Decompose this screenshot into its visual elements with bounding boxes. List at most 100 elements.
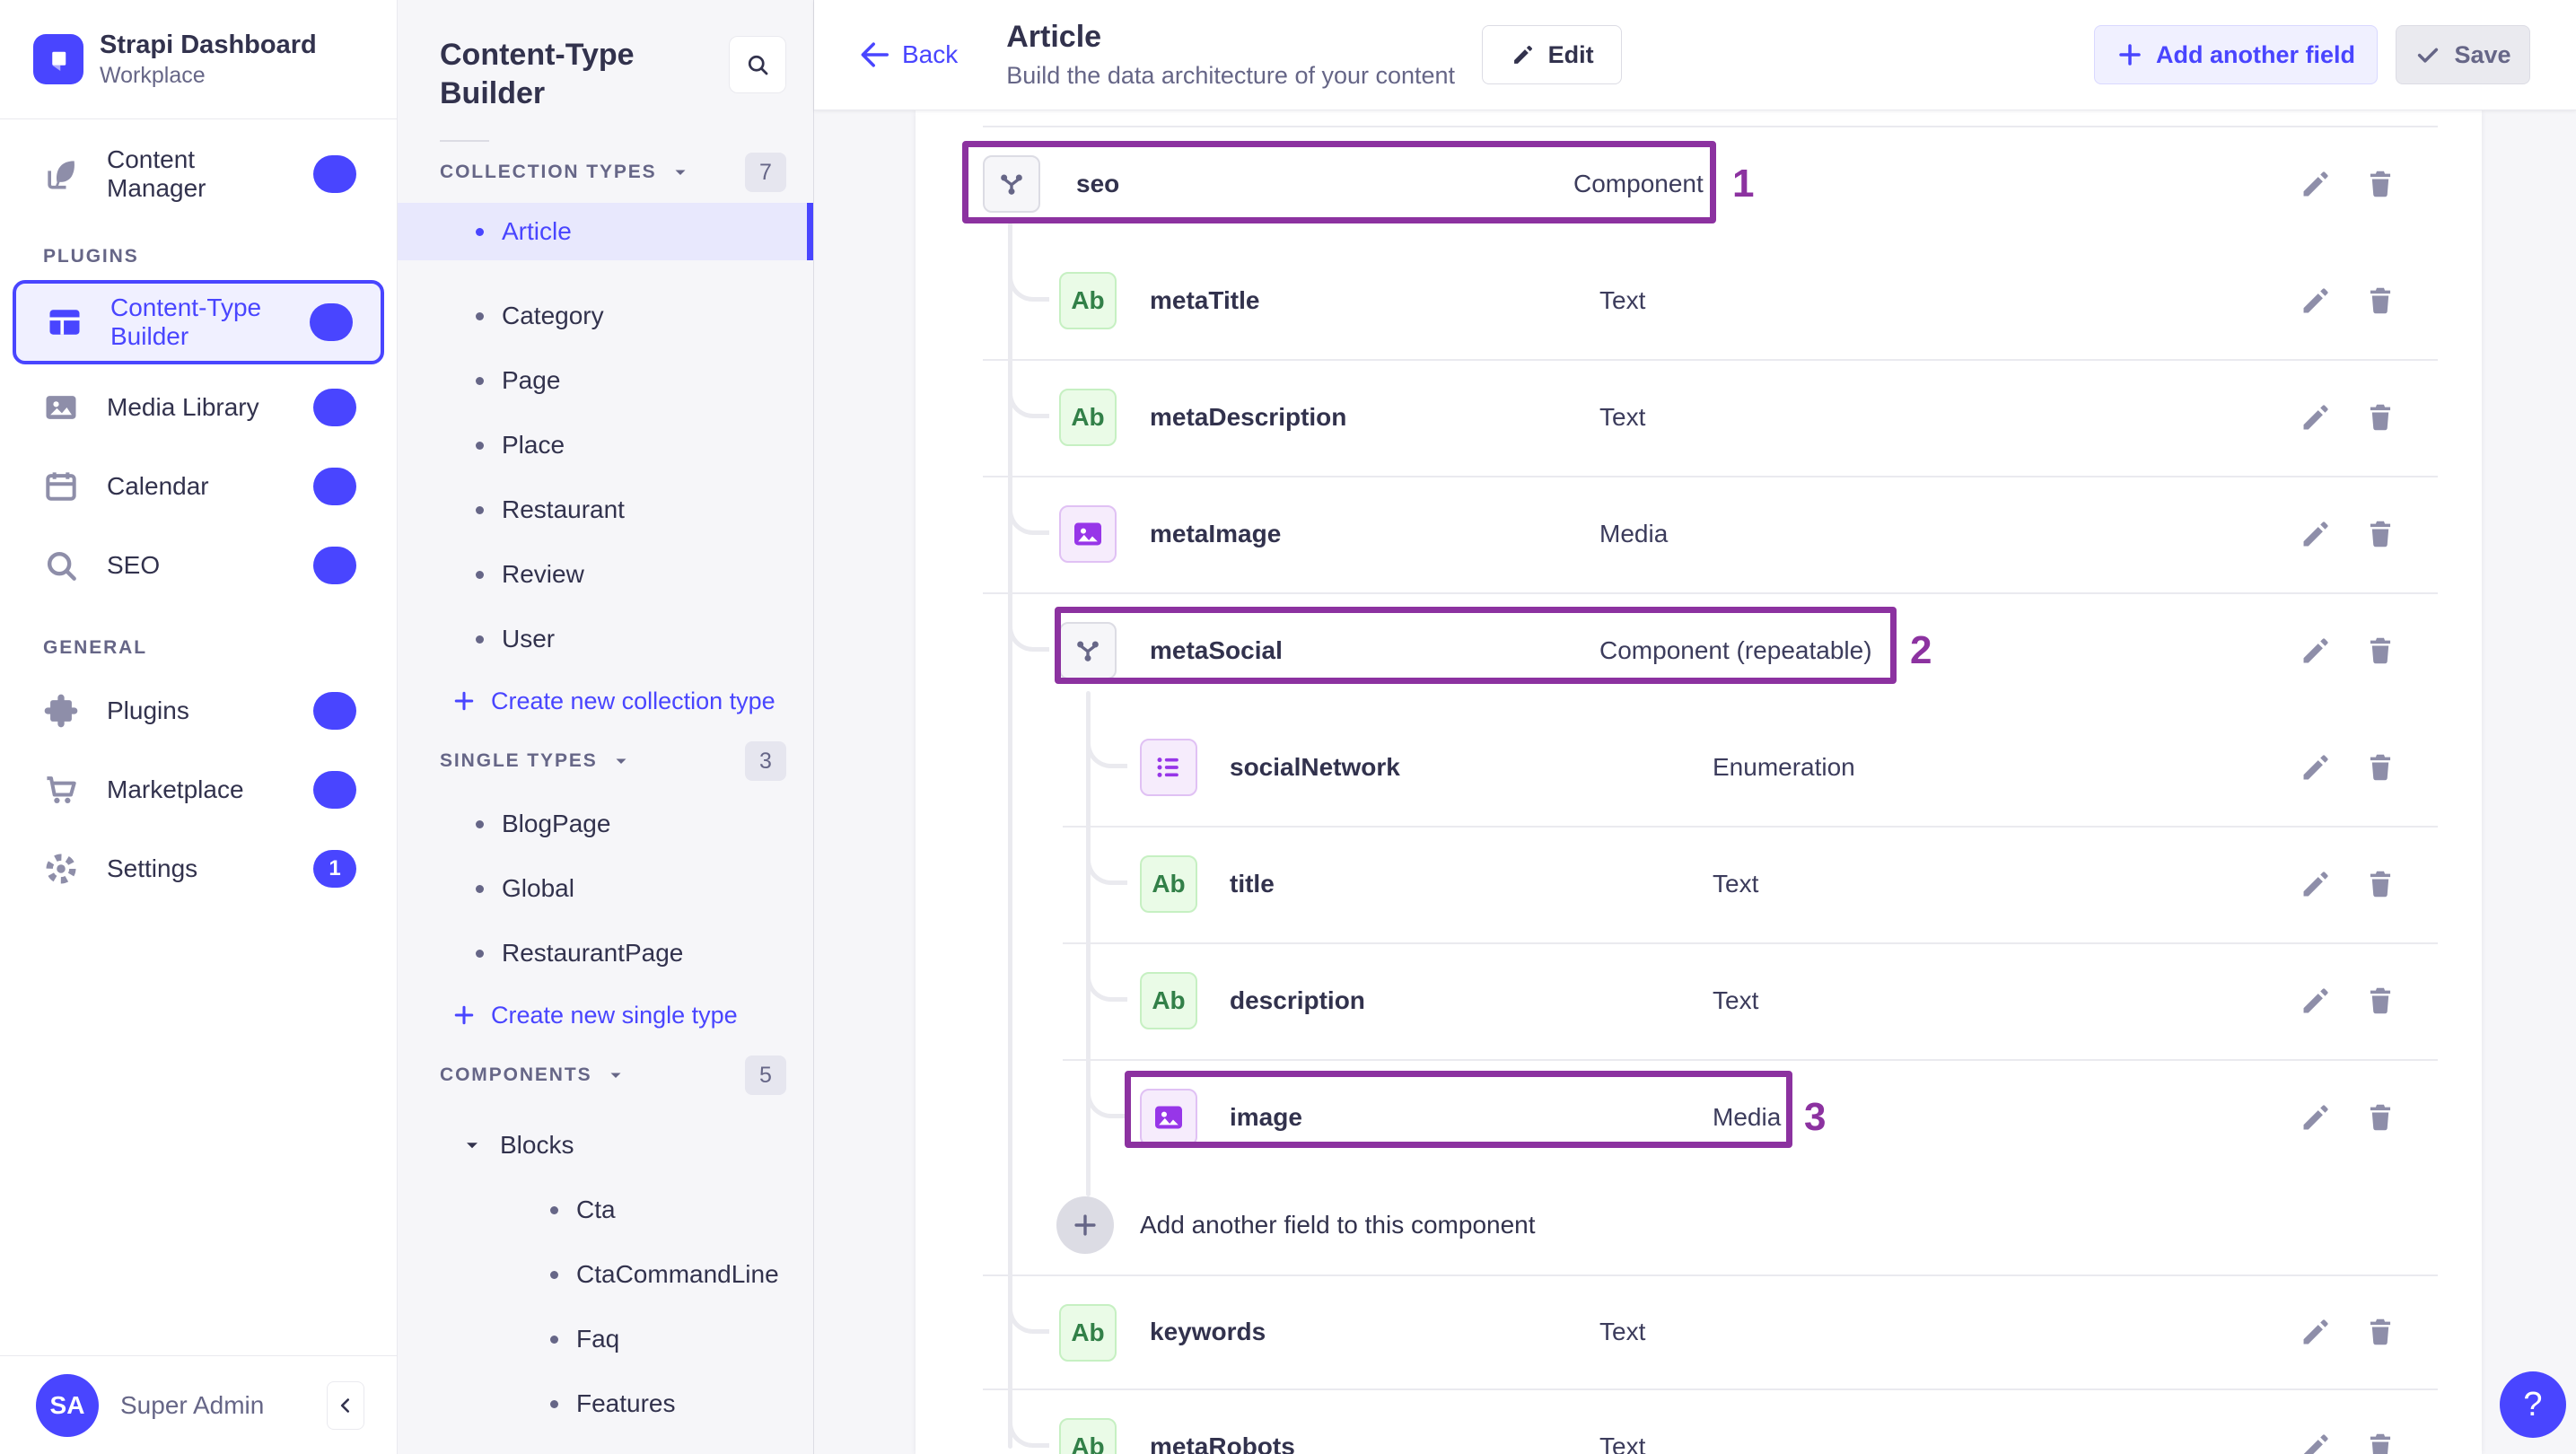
plus-icon[interactable] [1056,1196,1114,1254]
sidebar-item-calendar[interactable]: Calendar [13,447,384,526]
edit-field-button[interactable] [2299,517,2333,551]
trash-icon [2363,634,2397,668]
subnav-item-page[interactable]: Page [398,348,813,413]
delete-field-button[interactable] [2363,517,2397,551]
edit-field-button[interactable] [2299,400,2333,434]
subnav-item-category[interactable]: Category [398,284,813,348]
create-single-type-link[interactable]: Create new single type [398,985,813,1045]
field-row-title: Ab title Text [916,826,2482,942]
field-row-metaSocial: metaSocial Component (repeatable) 2 [916,592,2482,709]
pencil-icon [2299,284,2333,318]
back-link[interactable]: Back [857,38,958,72]
field-name: metaRobots [1150,1432,1295,1454]
edit-field-button[interactable] [2299,1315,2333,1349]
bullet-icon [550,1270,558,1279]
delete-field-button[interactable] [2363,284,2397,318]
field-name: metaTitle [1150,286,1260,314]
subnav-item-place[interactable]: Place [398,413,813,477]
add-field-label: Add another field to this component [1140,1211,1536,1239]
component-icon [983,155,1040,213]
field-type: Component [1573,170,1704,197]
subnav-item-blogpage[interactable]: BlogPage [398,792,813,856]
delete-field-button[interactable] [2363,1100,2397,1134]
search-icon [40,546,82,585]
panel-title: Content-Type Builder [440,38,635,110]
divider [1063,942,2438,944]
sidebar-item-seo[interactable]: SEO [13,526,384,605]
delete-field-button[interactable] [2363,984,2397,1018]
field-row-seo: seo Component 1 [916,126,2482,242]
delete-field-button[interactable] [2363,750,2397,784]
main-sidebar: Strapi Dashboard Workplace Content Manag… [0,0,398,1454]
avatar[interactable]: SA [36,1373,99,1437]
help-button[interactable]: ? [2500,1371,2566,1438]
field-row-metaTitle: Ab metaTitle Text [916,242,2482,359]
nav-section-header-plugins: PLUGINS [43,246,139,267]
add-another-field-button[interactable]: Add another field [2094,25,2378,84]
delete-field-button[interactable] [2363,634,2397,668]
section-collection-types[interactable]: COLLECTION TYPES 7 [440,153,786,192]
subnav-item-restaurant[interactable]: Restaurant [398,477,813,542]
section-components[interactable]: COMPONENTS 5 [440,1055,786,1095]
media-icon [1140,1089,1197,1146]
notification-badge [313,547,356,584]
search-button[interactable] [729,36,786,93]
user-name: Super Admin [120,1390,265,1419]
subnav-item-user[interactable]: User [398,607,813,671]
bullet-icon [550,1399,558,1408]
field-type: Text [1599,403,1646,431]
sidebar-item-content-manager[interactable]: Content Manager [13,135,384,214]
delete-field-button[interactable] [2363,867,2397,901]
edit-field-button[interactable] [2299,634,2333,668]
sidebar-item-media-library[interactable]: Media Library [13,368,384,447]
subnav-item-ctacommandline[interactable]: CtaCommandLine [398,1242,813,1307]
edit-field-button[interactable] [2299,284,2333,318]
bullet-icon [476,949,484,958]
bullet-icon [476,635,484,644]
delete-field-button[interactable] [2363,1315,2397,1349]
subnav-item-global[interactable]: Global [398,856,813,921]
count-badge: 7 [745,153,786,192]
save-button[interactable]: Save [2396,25,2530,84]
delete-field-button[interactable] [2363,167,2397,201]
edit-field-button[interactable] [2299,750,2333,784]
add-field-to-component-row[interactable]: Add another field to this component [916,1176,2482,1274]
edit-field-button[interactable] [2299,867,2333,901]
trash-icon [2363,750,2397,784]
divider [440,140,489,142]
workspace-subtitle: Workplace [100,63,206,88]
field-row-description: Ab description Text [916,942,2482,1059]
divider [983,592,2438,594]
trash-icon [2363,517,2397,551]
sidebar-item-marketplace[interactable]: Marketplace [13,750,384,829]
field-type: Enumeration [1713,753,1855,781]
delete-field-button[interactable] [2363,400,2397,434]
component-group-blocks[interactable]: Blocks [398,1113,813,1178]
sidebar-item-settings[interactable]: Settings 1 [13,829,384,908]
sidebar-item-plugins[interactable]: Plugins [13,671,384,750]
subnav-item-article[interactable]: Article [398,203,813,260]
subnav-item-cta[interactable]: Cta [398,1178,813,1242]
edit-field-button[interactable] [2299,1100,2333,1134]
subnav-item-faq[interactable]: Faq [398,1307,813,1371]
brand: Strapi Dashboard Workplace [0,0,397,119]
field-name: keywords [1150,1317,1266,1345]
bullet-icon [476,505,484,514]
workspace-title: Strapi Dashboard [100,31,317,59]
sidebar-item-content-type-builder[interactable]: Content-Type Builder [13,280,384,364]
subnav-item-features[interactable]: Features [398,1371,813,1436]
create-collection-type-link[interactable]: Create new collection type [398,671,813,731]
notification-badge [310,303,353,341]
delete-field-button[interactable] [2363,1430,2397,1454]
bullet-icon [476,570,484,579]
pencil-icon [2299,517,2333,551]
subnav-item-review[interactable]: Review [398,542,813,607]
section-single-types[interactable]: SINGLE TYPES 3 [440,741,786,781]
edit-button[interactable]: Edit [1482,25,1623,84]
collapse-sidebar-button[interactable] [327,1380,364,1430]
bullet-icon [476,441,484,450]
edit-field-button[interactable] [2299,1430,2333,1454]
edit-field-button[interactable] [2299,167,2333,201]
subnav-item-restaurantpage[interactable]: RestaurantPage [398,921,813,985]
edit-field-button[interactable] [2299,984,2333,1018]
